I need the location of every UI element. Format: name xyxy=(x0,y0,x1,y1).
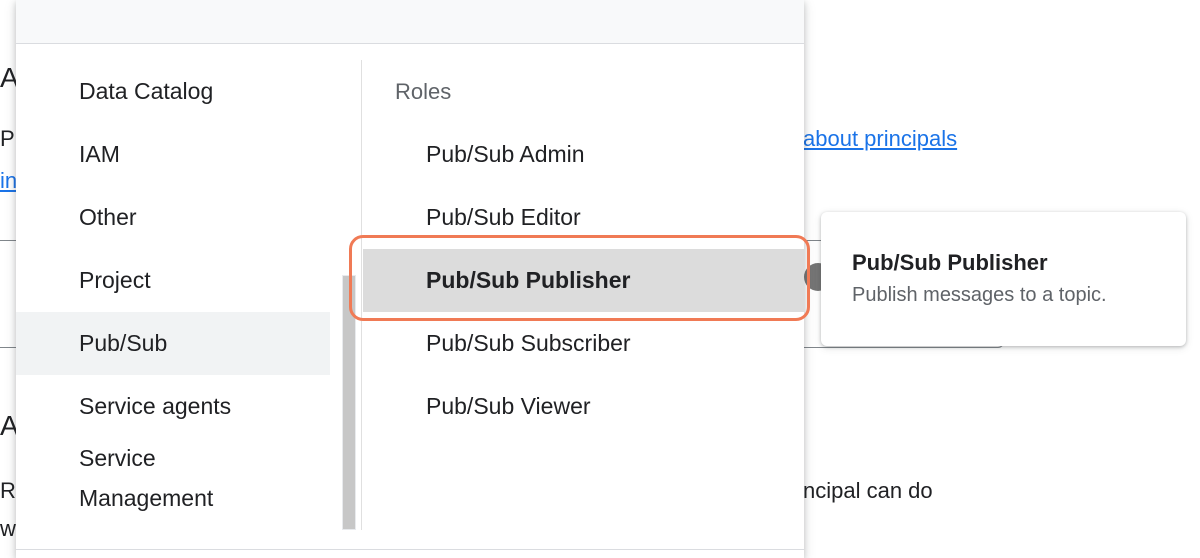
service-item-label: Service agents xyxy=(79,393,232,419)
service-item-label: Data Catalog xyxy=(79,78,214,104)
service-list: Data Catalog IAM Other Project Pub/Sub S… xyxy=(16,60,330,524)
divider xyxy=(16,43,804,44)
service-item-data-catalog[interactable]: Data Catalog xyxy=(16,60,330,123)
service-item-iam[interactable]: IAM xyxy=(16,123,330,186)
column-divider xyxy=(361,60,362,530)
learn-more-link-fragment[interactable]: in xyxy=(0,168,17,194)
role-item-label: Pub/Sub Admin xyxy=(426,141,585,167)
about-principals-link[interactable]: about principals xyxy=(803,126,957,152)
service-item-label: Pub/Sub xyxy=(79,330,168,356)
role-tooltip: Pub/Sub Publisher Publish messages to a … xyxy=(821,212,1186,346)
service-item-label: Service Management xyxy=(79,445,214,511)
role-item-label: Pub/Sub Viewer xyxy=(426,393,591,419)
role-description-text: ncipal can do xyxy=(803,478,933,503)
role-item-label: Pub/Sub Subscriber xyxy=(426,330,631,356)
tooltip-title: Pub/Sub Publisher xyxy=(852,250,1048,275)
role-item-pubsub-publisher[interactable]: Pub/Sub Publisher xyxy=(363,249,804,312)
roles-header: Roles xyxy=(395,78,452,104)
service-item-other[interactable]: Other xyxy=(16,186,330,249)
service-item-service-management[interactable]: Service Management xyxy=(16,438,330,524)
scrollbar-thumb[interactable] xyxy=(343,276,355,529)
role-item-label: Pub/Sub Publisher xyxy=(426,267,631,293)
service-item-service-agents[interactable]: Service agents xyxy=(16,375,330,438)
divider xyxy=(16,549,804,550)
service-item-pubsub[interactable]: Pub/Sub xyxy=(16,312,330,375)
role-item-pubsub-editor[interactable]: Pub/Sub Editor xyxy=(363,186,804,249)
service-item-label: IAM xyxy=(79,141,120,167)
page: A Pr in about principals A Ro w ncipal c… xyxy=(0,0,1200,558)
section-description-2-line2: w xyxy=(0,516,16,541)
role-list: Roles Pub/Sub Admin Pub/Sub Editor Pub/S… xyxy=(363,60,804,438)
role-item-pubsub-subscriber[interactable]: Pub/Sub Subscriber xyxy=(363,312,804,375)
service-item-project[interactable]: Project xyxy=(16,249,330,312)
service-item-label: Other xyxy=(79,204,137,230)
filter-area[interactable] xyxy=(16,0,804,43)
service-item-label: Project xyxy=(79,267,151,293)
role-item-label: Pub/Sub Editor xyxy=(426,204,581,230)
role-item-pubsub-admin[interactable]: Pub/Sub Admin xyxy=(363,123,804,186)
role-item-pubsub-viewer[interactable]: Pub/Sub Viewer xyxy=(363,375,804,438)
tooltip-description: Publish messages to a topic. xyxy=(852,284,1107,306)
role-picker-dropdown: Data Catalog IAM Other Project Pub/Sub S… xyxy=(16,0,804,558)
